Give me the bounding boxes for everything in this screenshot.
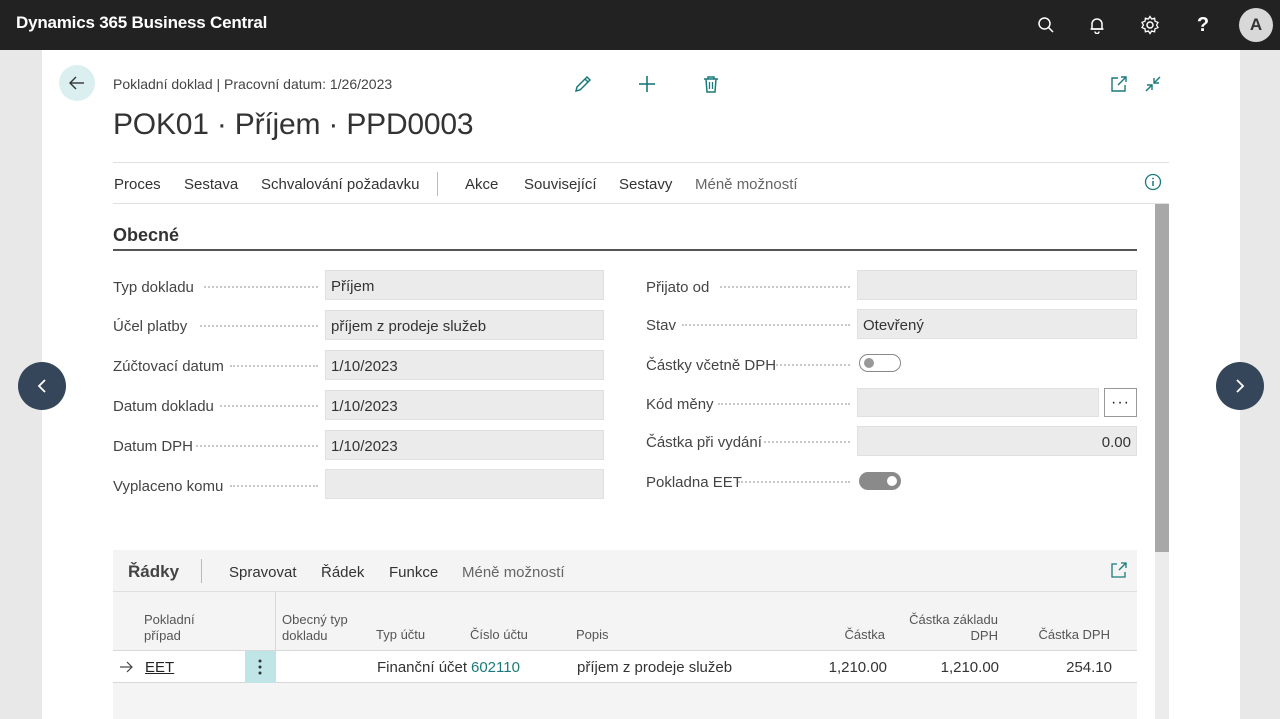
column-header-pokladni-pripad[interactable]: Pokladní případ	[144, 612, 195, 644]
menu-sestava[interactable]: Sestava	[184, 176, 238, 193]
field-label-castka-pri-vydani: Částka při vydání	[646, 434, 762, 451]
lines-subpage: Řádky Spravovat Řádek Funkce Méně možnos…	[113, 550, 1137, 719]
leader-dots	[720, 286, 850, 288]
gear-icon[interactable]	[1138, 13, 1162, 37]
field-label-datum-dph: Datum DPH	[113, 438, 194, 455]
column-header-popis[interactable]: Popis	[576, 627, 609, 643]
grid-column-divider	[275, 592, 276, 682]
edit-icon[interactable]	[571, 72, 595, 96]
menu-mene-moznosti[interactable]: Méně možností	[695, 176, 798, 193]
lines-menu-mene-moznosti[interactable]: Méně možností	[462, 564, 565, 581]
lines-separator	[201, 559, 202, 583]
field-zuctovaci-datum[interactable]: 1/10/2023	[325, 350, 604, 380]
add-icon[interactable]	[635, 72, 659, 96]
column-header-castka[interactable]: Částka	[773, 627, 885, 643]
field-label-zuctovaci-datum: Zúčtovací datum	[113, 358, 224, 375]
lines-menu-radek[interactable]: Řádek	[321, 564, 364, 581]
row-actions-icon[interactable]	[245, 651, 275, 683]
column-header-obecny-typ-dokladu[interactable]: Obecný typ dokladu	[282, 612, 348, 644]
search-icon[interactable]	[1034, 13, 1058, 37]
section-title-obecne: Obecné	[113, 225, 180, 245]
column-header-cislo-uctu[interactable]: Číslo účtu	[470, 627, 528, 643]
menu-sestavy[interactable]: Sestavy	[619, 176, 672, 193]
field-label-stav: Stav	[646, 317, 677, 334]
page-caption: Pokladní doklad | Pracovní datum: 1/26/2…	[113, 76, 393, 92]
leader-dots	[230, 485, 318, 487]
menu-proces[interactable]: Proces	[114, 176, 161, 193]
leader-dots	[738, 481, 850, 483]
column-header-typ-uctu[interactable]: Typ účtu	[376, 627, 425, 643]
cell-castka-zakladu-dph[interactable]: 1,210.00	[883, 659, 999, 676]
toggle-pokladna-eet[interactable]	[859, 472, 901, 490]
field-ucel-platby[interactable]: příjem z prodeje služeb	[325, 310, 604, 340]
menu-akce[interactable]: Akce	[465, 176, 498, 193]
collapse-icon[interactable]	[1141, 72, 1165, 96]
field-vyplaceno-komu[interactable]	[325, 469, 604, 499]
open-new-window-icon[interactable]	[1107, 72, 1131, 96]
current-row-arrow-icon	[119, 660, 135, 674]
cell-typ-uctu[interactable]: Finanční účet	[377, 659, 467, 676]
delete-icon[interactable]	[699, 72, 723, 96]
cell-pokladni-pripad[interactable]: EET	[145, 659, 174, 676]
field-label-vyplaceno-komu: Vyplaceno komu	[113, 478, 224, 495]
bell-icon[interactable]	[1085, 13, 1109, 37]
column-header-castka-dph[interactable]: Částka DPH	[993, 627, 1110, 643]
field-stav[interactable]: Otevřený	[857, 309, 1137, 339]
section-divider	[113, 249, 1137, 251]
field-label-datum-dokladu: Datum dokladu	[113, 398, 214, 415]
page-title: POK01 · Příjem · PPD0003	[113, 108, 474, 141]
avatar[interactable]: A	[1239, 8, 1273, 42]
field-label-castky-vcetne-dph: Částky včetně DPH	[646, 357, 777, 374]
next-record-button[interactable]	[1216, 362, 1264, 410]
field-typ-dokladu[interactable]: Příjem	[325, 270, 604, 300]
field-datum-dokladu[interactable]: 1/10/2023	[325, 390, 604, 420]
field-castka-pri-vydani[interactable]: 0.00	[857, 426, 1137, 456]
leader-dots	[764, 441, 850, 443]
leader-dots	[196, 445, 318, 447]
field-label-prijato-od: Přijato od	[646, 279, 710, 296]
help-icon[interactable]: ?	[1191, 13, 1215, 37]
cell-cislo-uctu[interactable]: 602110	[471, 659, 520, 676]
cell-popis[interactable]: příjem z prodeje služeb	[577, 659, 732, 676]
menu-souvisejici[interactable]: Související	[524, 176, 597, 193]
app-title: Dynamics 365 Business Central	[16, 13, 268, 32]
leader-dots	[204, 286, 318, 288]
leader-dots	[682, 324, 850, 326]
field-kod-meny[interactable]	[857, 388, 1099, 417]
field-datum-dph[interactable]: 1/10/2023	[325, 430, 604, 460]
field-prijato-od[interactable]	[857, 270, 1137, 300]
back-button[interactable]	[59, 65, 95, 101]
menu-separator	[437, 172, 438, 196]
cell-castka[interactable]: 1,210.00	[773, 659, 887, 676]
leader-dots	[230, 365, 318, 367]
menu-schvalovani-pozadavku[interactable]: Schvalování požadavku	[261, 176, 419, 193]
field-label-ucel-platby: Účel platby	[113, 318, 188, 335]
lines-title: Řádky	[128, 562, 180, 581]
scrollbar-thumb[interactable]	[1155, 204, 1169, 552]
leader-dots	[718, 403, 850, 405]
leader-dots	[200, 325, 318, 327]
info-icon[interactable]	[1143, 172, 1163, 192]
action-bar: Proces Sestava Schvalování požadavku Akc…	[113, 162, 1169, 204]
lines-menu-spravovat[interactable]: Spravovat	[229, 564, 297, 581]
lines-header: Řádky Spravovat Řádek Funkce Méně možnos…	[113, 550, 1137, 592]
cell-castka-dph[interactable]: 254.10	[993, 659, 1112, 676]
expand-icon[interactable]	[1110, 561, 1128, 579]
field-label-pokladna-eet: Pokladna EET	[646, 474, 742, 491]
lookup-button-kod-meny[interactable]: ···	[1104, 388, 1137, 417]
app-header: Dynamics 365 Business Central ? A	[0, 0, 1280, 50]
lines-menu-funkce[interactable]: Funkce	[389, 564, 438, 581]
column-header-castka-zakladu-dph[interactable]: Částka základu DPH	[883, 612, 998, 644]
toggle-castky-vcetne-dph[interactable]	[859, 354, 901, 372]
field-label-kod-meny: Kód měny	[646, 396, 714, 413]
leader-dots	[776, 364, 850, 366]
leader-dots	[220, 405, 318, 407]
previous-record-button[interactable]	[18, 362, 66, 410]
field-label-typ-dokladu: Typ dokladu	[113, 279, 194, 296]
